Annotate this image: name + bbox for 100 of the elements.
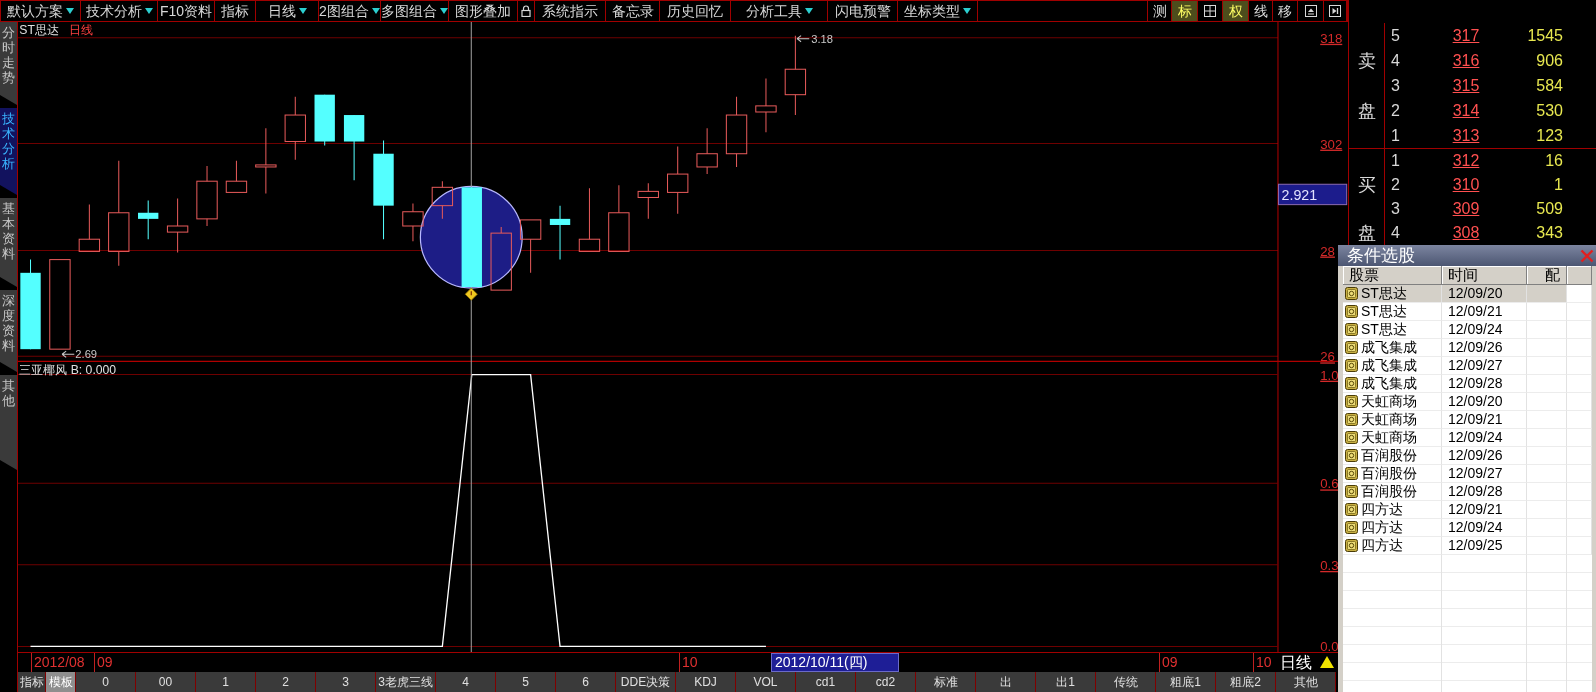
bottom-tab[interactable]: 出1 xyxy=(1036,672,1096,692)
side-tab[interactable]: 分时走势 xyxy=(0,22,17,105)
date-text: 12/09/25 xyxy=(1448,537,1503,553)
level-number: 4 xyxy=(1390,51,1401,70)
rising-candle xyxy=(402,203,424,242)
rising-candle xyxy=(637,182,659,220)
bottom-tab[interactable]: 1 xyxy=(196,672,256,692)
bottom-tab[interactable]: 标准 xyxy=(916,672,976,692)
bottom-tab[interactable]: 其他 xyxy=(1276,672,1336,692)
price-text: 313 xyxy=(1451,126,1481,145)
menu-button[interactable]: 2图组合 xyxy=(319,1,381,21)
bottom-tab[interactable]: VOL xyxy=(736,672,796,692)
diamond-marker-icon xyxy=(464,287,478,301)
value-axis-label: 0.3 xyxy=(1320,557,1339,573)
stock-row[interactable]: ST思达 12/09/24 xyxy=(1343,321,1592,339)
stock-row[interactable]: 四方达 12/09/21 xyxy=(1343,501,1592,519)
side-tab[interactable]: 技术分析 xyxy=(0,108,17,195)
leader-arrow xyxy=(61,350,75,358)
lock-button[interactable] xyxy=(518,1,535,21)
stock-name: 四方达 xyxy=(1361,501,1403,518)
menu-button[interactable]: F10资料 xyxy=(158,1,215,21)
stock-row[interactable]: 四方达 12/09/25 xyxy=(1343,537,1592,555)
date-text: 12/09/21 xyxy=(1448,411,1503,427)
date-text: 12/09/20 xyxy=(1448,285,1503,301)
stock-row[interactable]: 成飞集成 12/09/27 xyxy=(1343,357,1592,375)
rising-candle xyxy=(225,160,248,193)
stock-name: 四方达 xyxy=(1361,519,1403,536)
leader-arrow xyxy=(796,35,810,43)
rising-candle xyxy=(78,204,101,252)
stock-name: 成飞集成 xyxy=(1361,339,1417,356)
stock-name: 百润股份 xyxy=(1361,447,1417,464)
stock-row[interactable]: 成飞集成 12/09/26 xyxy=(1343,339,1592,357)
toolbar-toggle[interactable]: 标 xyxy=(1172,1,1198,21)
price-axis-label: 302 xyxy=(1320,136,1343,152)
date-text: 12/09/20 xyxy=(1448,393,1503,409)
bottom-tab[interactable]: 2 xyxy=(256,672,316,692)
stock-row[interactable]: 百润股份 12/09/27 xyxy=(1343,465,1592,483)
stock-row[interactable]: 成飞集成 12/09/28 xyxy=(1343,375,1592,393)
stock-row[interactable]: 百润股份 12/09/28 xyxy=(1343,483,1592,501)
menu-button[interactable]: 多图组合 xyxy=(381,1,449,21)
bottom-tab[interactable]: cd2 xyxy=(856,672,916,692)
stock-name: 成飞集成 xyxy=(1361,357,1417,374)
coin-icon xyxy=(1345,287,1358,300)
bottom-tab[interactable]: 5 xyxy=(496,672,556,692)
rising-candle xyxy=(196,165,218,227)
low-price-label: 2.69 xyxy=(75,348,98,361)
bottom-tab[interactable]: 指标 xyxy=(18,672,46,692)
price-text: 314 xyxy=(1451,101,1481,120)
side-tab[interactable]: 基本资料 xyxy=(0,198,17,287)
column-header[interactable]: 配 xyxy=(1527,266,1567,285)
rising-candle xyxy=(431,180,454,220)
column-header[interactable]: 股票 xyxy=(1343,266,1442,285)
falling-candle xyxy=(138,200,159,240)
stock-symbol: ST思达 xyxy=(19,22,59,37)
coin-icon xyxy=(1345,323,1358,336)
bottom-tab[interactable]: 3 xyxy=(316,672,376,692)
dialog-title: 条件选股 xyxy=(1347,245,1415,266)
bottom-tab[interactable]: DDE决策 xyxy=(616,672,676,692)
falling-candle xyxy=(343,114,365,181)
bottom-tab[interactable]: 粗底1 xyxy=(1156,672,1216,692)
date-text: 12/09/24 xyxy=(1448,519,1503,535)
bottom-tab[interactable]: 3老虎三线 xyxy=(376,672,436,692)
volume-text: 123 xyxy=(1535,126,1563,145)
stock-name: 百润股份 xyxy=(1361,483,1417,500)
stock-name: 四方达 xyxy=(1361,537,1403,554)
column-header[interactable]: 时间 xyxy=(1442,266,1527,285)
stock-row[interactable]: ST思达 12/09/21 xyxy=(1343,303,1592,321)
stock-row[interactable]: 天虹商场 12/09/24 xyxy=(1343,429,1592,447)
bottom-tab[interactable]: 00 xyxy=(136,672,196,692)
coin-icon xyxy=(1345,521,1358,534)
bottom-tab[interactable]: 传统 xyxy=(1096,672,1156,692)
price-text: 317 xyxy=(1451,26,1481,45)
toolbar-toggle[interactable]: 权 xyxy=(1223,1,1249,21)
bottom-tab[interactable]: 4 xyxy=(436,672,496,692)
coin-icon xyxy=(1345,359,1358,372)
bottom-tab[interactable]: 6 xyxy=(556,672,616,692)
stock-name: ST思达 xyxy=(1361,303,1407,320)
side-tab[interactable]: 其他 xyxy=(0,375,17,470)
bottom-tab[interactable]: KDJ xyxy=(676,672,736,692)
bottom-tab[interactable]: 0 xyxy=(76,672,136,692)
date-text: 12/09/21 xyxy=(1448,303,1503,319)
date-text: 12/09/27 xyxy=(1448,357,1503,373)
bottom-tab[interactable]: cd1 xyxy=(796,672,856,692)
value-axis-label: 1.0 xyxy=(1320,367,1339,383)
coin-icon xyxy=(1345,341,1358,354)
volume-text: 509 xyxy=(1535,200,1563,218)
bottom-tab[interactable]: 粗底2 xyxy=(1216,672,1276,692)
rising-candle xyxy=(578,187,601,252)
stock-row[interactable]: 天虹商场 12/09/20 xyxy=(1343,393,1592,411)
stock-name: ST思达 xyxy=(1361,285,1407,302)
bottom-tab[interactable]: 出 xyxy=(976,672,1036,692)
volume-text: 343 xyxy=(1535,224,1563,242)
stock-row[interactable]: ST思达 12/09/20 xyxy=(1343,285,1592,303)
side-label: 买 xyxy=(1357,175,1376,195)
stock-row[interactable]: 百润股份 12/09/26 xyxy=(1343,447,1592,465)
stock-row[interactable]: 四方达 12/09/24 xyxy=(1343,519,1592,537)
stock-name: 成飞集成 xyxy=(1361,375,1417,392)
stock-row[interactable]: 天虹商场 12/09/21 xyxy=(1343,411,1592,429)
date-text: 12/09/21 xyxy=(1448,501,1503,517)
side-tab[interactable]: 深度资料 xyxy=(0,290,17,372)
